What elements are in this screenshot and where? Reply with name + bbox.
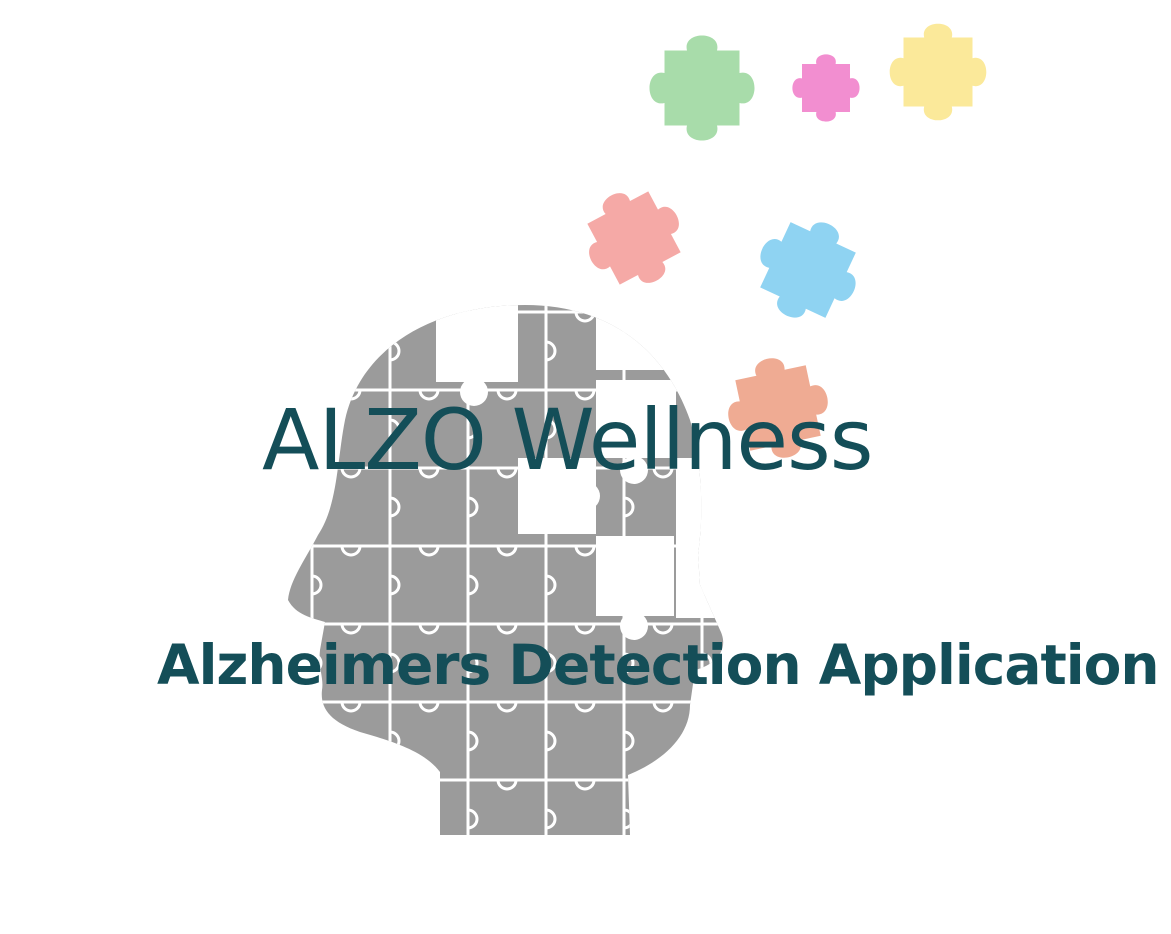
app-title: ALZO Wellness xyxy=(262,391,874,489)
missing-piece xyxy=(596,536,674,616)
app-subtitle: Alzheimers Detection Application xyxy=(157,633,1160,697)
puzzle-piece-icon xyxy=(760,222,856,318)
missing-piece xyxy=(436,305,518,382)
splash-screen: ALZO Wellness Alzheimers Detection Appli… xyxy=(0,0,1171,934)
missing-piece xyxy=(596,305,724,370)
puzzle-piece-icon xyxy=(792,54,860,122)
puzzle-piece-icon xyxy=(587,191,681,285)
puzzle-piece-icon xyxy=(889,23,987,121)
head-silhouette xyxy=(288,305,724,835)
puzzle-piece-icon xyxy=(649,35,755,141)
